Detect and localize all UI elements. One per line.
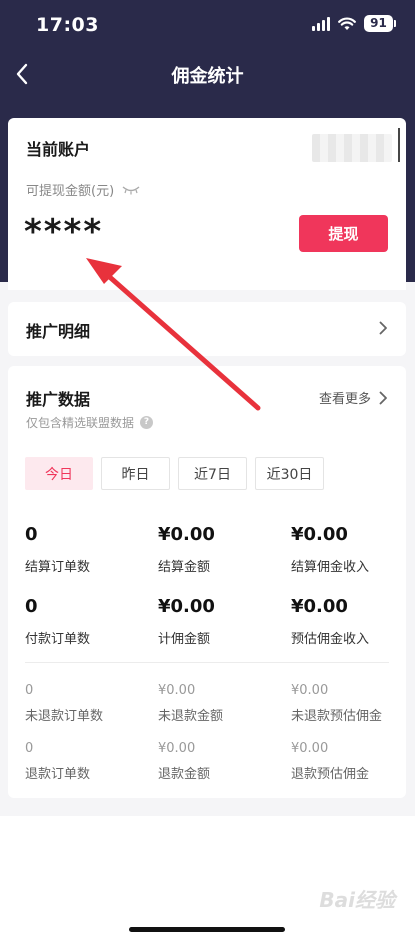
navigation-bar: 佣金统计	[0, 52, 415, 96]
stat-label: 未退款金额	[158, 709, 224, 724]
tab-today[interactable]: 今日	[25, 457, 93, 490]
stat-commissionable-amount: ¥0.00 计佣金额	[158, 596, 215, 647]
data-note: 仅包含精选联盟数据 ?	[26, 414, 154, 431]
stat-refunded-commission: ¥0.00 退款预估佣金	[291, 741, 369, 782]
see-more-label: 查看更多	[318, 392, 371, 407]
stat-label: 结算金额	[158, 560, 211, 575]
wifi-icon	[338, 17, 356, 30]
stat-value: ¥0.00	[291, 524, 348, 545]
account-card: 当前账户 可提现金额(元) **** 提现	[8, 118, 406, 290]
signal-icon	[312, 16, 330, 31]
help-icon[interactable]: ?	[140, 416, 154, 429]
stat-value: ¥0.00	[158, 683, 196, 698]
stat-unrefunded-commission: ¥0.00 未退款预估佣金	[291, 683, 382, 724]
stat-value: ¥0.00	[158, 524, 215, 545]
stat-value: 0	[25, 683, 34, 698]
stat-refunded-orders: 0 退款订单数	[25, 741, 90, 782]
stat-label: 退款订单数	[25, 767, 91, 782]
withdrawable-label-text: 可提现金额(元)	[26, 184, 115, 199]
watermark: Bai经验	[319, 888, 395, 912]
promo-data-card: 推广数据 查看更多 仅包含精选联盟数据 ? 今日 昨日 近7日 近30日 0 结…	[8, 366, 406, 798]
tab-30-days[interactable]: 近30日	[255, 457, 324, 490]
stat-estimated-commission: ¥0.00 预估佣金收入	[291, 596, 369, 647]
stat-settled-commission: ¥0.00 结算佣金收入	[291, 524, 369, 575]
stat-value: 0	[25, 524, 38, 545]
stat-label: 预估佣金收入	[291, 632, 370, 647]
withdraw-button[interactable]: 提现	[299, 215, 388, 252]
stat-unrefunded-orders: 0 未退款订单数	[25, 683, 103, 724]
stat-label: 结算佣金收入	[291, 560, 370, 575]
masked-amount: ****	[24, 212, 104, 252]
chevron-right-icon	[379, 321, 387, 335]
status-bar: 17:03 91	[0, 0, 415, 52]
promo-detail-title: 推广明细	[26, 322, 91, 341]
status-time: 17:03	[36, 14, 99, 36]
home-indicator	[129, 927, 285, 932]
status-icons: 91	[312, 15, 396, 32]
chevron-right-icon	[379, 391, 387, 404]
account-avatar	[312, 128, 400, 162]
date-tabs: 今日 昨日 近7日 近30日	[25, 457, 324, 490]
stat-value: 0	[25, 596, 38, 617]
stat-value: ¥0.00	[158, 596, 215, 617]
account-label: 当前账户	[26, 140, 91, 159]
stat-label: 计佣金额	[158, 632, 211, 647]
withdrawable-label: 可提现金额(元)	[26, 180, 140, 199]
stat-value: ¥0.00	[158, 741, 196, 756]
stat-settled-amount: ¥0.00 结算金额	[158, 524, 215, 575]
stat-refunded-amount: ¥0.00 退款金额	[158, 741, 210, 782]
stat-settled-orders: 0 结算订单数	[25, 524, 90, 575]
page-title: 佣金统计	[171, 66, 244, 87]
eye-closed-icon[interactable]	[122, 185, 140, 195]
bottom-area	[0, 816, 415, 939]
stat-label: 结算订单数	[25, 560, 91, 575]
stat-label: 退款金额	[158, 767, 211, 782]
promo-data-title: 推广数据	[26, 390, 91, 409]
stat-value: ¥0.00	[291, 683, 329, 698]
promo-detail-row[interactable]: 推广明细	[8, 302, 406, 356]
see-more-link[interactable]: 查看更多	[319, 388, 388, 407]
stat-value: 0	[25, 741, 34, 756]
stat-unrefunded-amount: ¥0.00 未退款金额	[158, 683, 223, 724]
tab-7-days[interactable]: 近7日	[178, 457, 247, 490]
stat-label: 未退款预估佣金	[291, 709, 383, 724]
stat-label: 退款预估佣金	[291, 767, 370, 782]
stat-paid-orders: 0 付款订单数	[25, 596, 90, 647]
battery-icon: 91	[364, 15, 396, 32]
tab-yesterday[interactable]: 昨日	[101, 457, 170, 490]
stat-label: 未退款订单数	[25, 709, 104, 724]
stat-value: ¥0.00	[291, 741, 329, 756]
stat-value: ¥0.00	[291, 596, 348, 617]
data-note-text: 仅包含精选联盟数据	[26, 416, 135, 430]
stat-label: 付款订单数	[25, 632, 91, 647]
divider	[25, 662, 389, 663]
